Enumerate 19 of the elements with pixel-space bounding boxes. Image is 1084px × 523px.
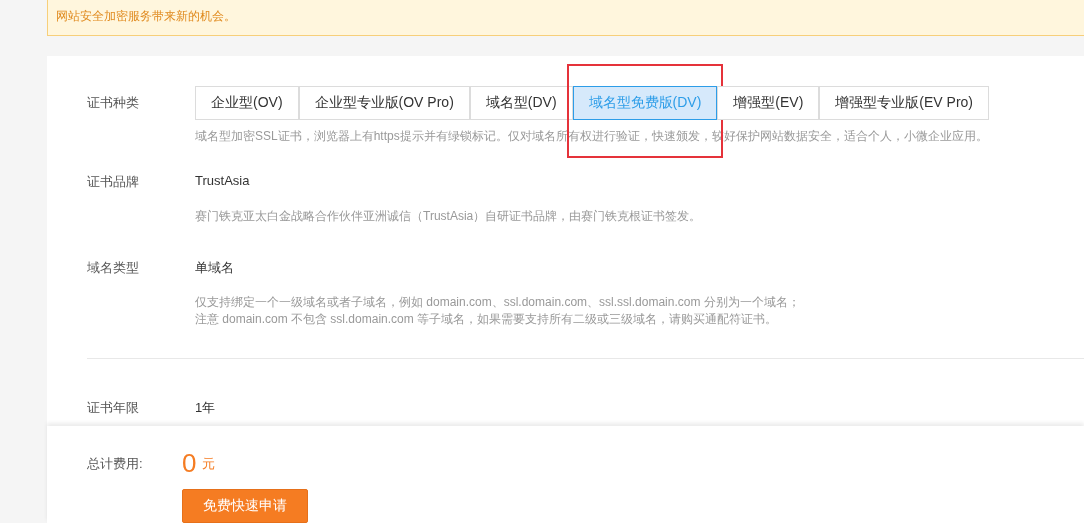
cert-type-tab[interactable]: 企业型(OV) [195,86,299,121]
field-value: 单域名 [195,259,234,278]
notice-text: 网站安全加密服务带来新的机会。 [47,0,1084,37]
cert-type-tab[interactable]: 增强型(EV) [717,86,820,121]
total-label: 总计费用: [87,454,144,473]
field-label: 证书品牌 [87,173,140,192]
cert-type-tab[interactable]: 增强型专业版(EV Pro) [819,86,990,121]
cert-type-tab[interactable]: 域名型(DV) [469,86,573,121]
field-label: 证书年限 [87,399,140,418]
hint-text: 赛门铁克亚太白金战略合作伙伴亚洲诚信（TrustAsia）自研证书品牌，由赛门铁克根证书签发。 [195,208,702,226]
hint-text: 注意 domain.com 不包含 ssl.domain.com 等子域名，如果需要支持所有二级或三级域名，请购买通配符证书。 [195,311,779,329]
price-amount: 0 [182,448,197,479]
field-label: 证书种类 [87,94,140,113]
currency-unit: 元 [202,454,216,473]
field-value: TrustAsia [195,173,250,189]
field-label: 域名类型 [87,259,140,278]
cert-type-tab[interactable]: 企业型专业版(OV Pro) [298,86,470,121]
hint-text: 仅支持绑定一个一级域名或者子域名，例如 domain.com、ssl.domain.com、ssl.ssl.domain.com 分别为一个域名； [195,294,800,312]
field-value: 1年 [195,399,216,418]
